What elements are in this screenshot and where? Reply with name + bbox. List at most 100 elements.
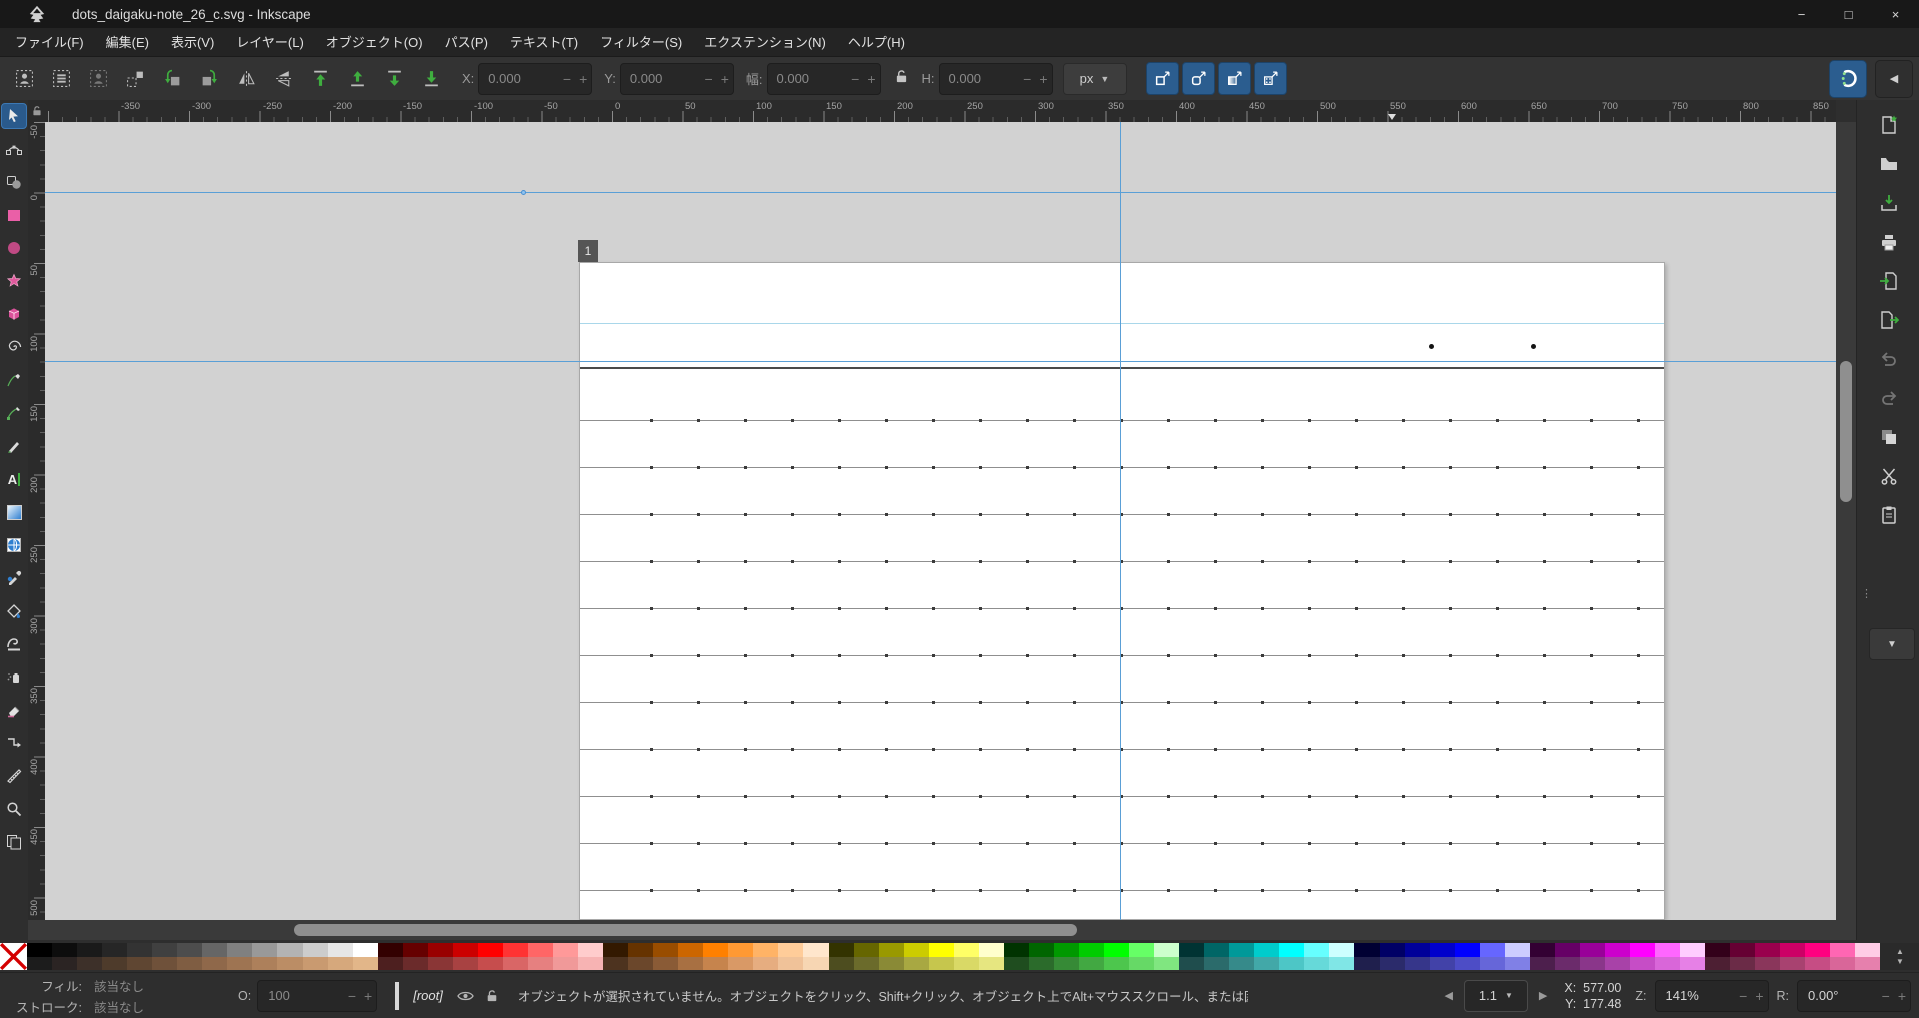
color-swatch[interactable] bbox=[1354, 957, 1379, 971]
color-swatch[interactable] bbox=[1405, 943, 1430, 957]
color-swatch[interactable] bbox=[728, 943, 753, 957]
pencil-tool[interactable] bbox=[1, 367, 27, 393]
color-swatch[interactable] bbox=[1430, 943, 1455, 957]
h-minus-button[interactable]: − bbox=[1019, 71, 1035, 87]
fill-stroke-indicator[interactable]: フィル:該当なし ストローク:該当なし bbox=[10, 976, 210, 1016]
ruler-corner[interactable] bbox=[28, 100, 45, 122]
color-swatch[interactable] bbox=[954, 943, 979, 957]
color-swatch[interactable] bbox=[353, 957, 378, 971]
select-touch-button[interactable] bbox=[117, 62, 154, 96]
x-field[interactable]: 0.000−+ bbox=[478, 63, 592, 95]
color-swatch[interactable] bbox=[1129, 943, 1154, 957]
select-all-button[interactable] bbox=[6, 62, 43, 96]
color-swatch[interactable] bbox=[1505, 957, 1530, 971]
color-swatch[interactable] bbox=[1705, 957, 1730, 971]
color-swatch[interactable] bbox=[1580, 957, 1605, 971]
deselect-button[interactable] bbox=[80, 62, 117, 96]
menu-object[interactable]: オブジェクト(O) bbox=[315, 28, 434, 57]
color-swatch[interactable] bbox=[1179, 943, 1204, 957]
color-swatch[interactable] bbox=[102, 943, 127, 957]
color-swatch[interactable] bbox=[453, 943, 478, 957]
color-swatch[interactable] bbox=[628, 957, 653, 971]
document-open-button[interactable] bbox=[1871, 147, 1907, 181]
dimension-lock-toggle[interactable] bbox=[895, 69, 908, 89]
menu-help[interactable]: ヘルプ(H) bbox=[837, 28, 916, 57]
color-swatch[interactable] bbox=[478, 943, 503, 957]
color-swatch[interactable] bbox=[1029, 943, 1054, 957]
color-swatch[interactable] bbox=[1329, 943, 1354, 957]
color-swatch[interactable] bbox=[1104, 957, 1129, 971]
color-swatch[interactable] bbox=[653, 943, 678, 957]
color-swatch[interactable] bbox=[1855, 957, 1880, 971]
color-swatch[interactable] bbox=[979, 943, 1004, 957]
color-swatch[interactable] bbox=[1505, 943, 1530, 957]
color-swatch[interactable] bbox=[728, 957, 753, 971]
color-swatch[interactable] bbox=[1054, 957, 1079, 971]
color-swatch[interactable] bbox=[1655, 943, 1680, 957]
color-swatch[interactable] bbox=[227, 957, 252, 971]
zoom-field[interactable]: 141% − + bbox=[1655, 980, 1769, 1012]
export-button[interactable] bbox=[1871, 303, 1907, 337]
rotate-cw-button[interactable] bbox=[191, 62, 228, 96]
color-swatch[interactable] bbox=[52, 957, 77, 971]
color-swatch[interactable] bbox=[1480, 957, 1505, 971]
menu-filters[interactable]: フィルター(S) bbox=[589, 28, 693, 57]
color-swatch[interactable] bbox=[803, 943, 828, 957]
move-patterns-toggle[interactable] bbox=[1254, 62, 1287, 95]
rotate-ccw-button[interactable] bbox=[154, 62, 191, 96]
ellipse-tool[interactable] bbox=[1, 235, 27, 261]
tweak-tool[interactable] bbox=[1, 631, 27, 657]
lower-to-bottom-button[interactable] bbox=[413, 62, 450, 96]
collapse-toolbar-button[interactable]: ◀ bbox=[1875, 60, 1913, 98]
rotation-field[interactable]: 0.00° − + bbox=[1797, 980, 1911, 1012]
horizontal-scrollbar-thumb[interactable] bbox=[294, 924, 1077, 936]
import-button[interactable] bbox=[1871, 264, 1907, 298]
color-swatch[interactable] bbox=[27, 943, 52, 957]
vertical-scrollbar[interactable] bbox=[1836, 122, 1856, 920]
text-tool[interactable]: A bbox=[1, 466, 27, 492]
cut-button[interactable] bbox=[1871, 459, 1907, 493]
snap-toggle-button[interactable] bbox=[1829, 60, 1867, 98]
star-tool[interactable] bbox=[1, 268, 27, 294]
color-swatch[interactable] bbox=[1480, 943, 1505, 957]
color-swatch[interactable] bbox=[1430, 957, 1455, 971]
color-swatch[interactable] bbox=[1755, 943, 1780, 957]
h-plus-button[interactable]: + bbox=[1035, 71, 1051, 87]
color-swatch[interactable] bbox=[1705, 943, 1730, 957]
color-swatch[interactable] bbox=[778, 943, 803, 957]
color-swatch[interactable] bbox=[1680, 943, 1705, 957]
color-swatch[interactable] bbox=[1605, 943, 1630, 957]
color-swatch[interactable] bbox=[503, 957, 528, 971]
color-swatch[interactable] bbox=[603, 957, 628, 971]
w-field[interactable]: 0.000−+ bbox=[767, 63, 881, 95]
color-swatch[interactable] bbox=[403, 943, 428, 957]
spray-tool[interactable] bbox=[1, 664, 27, 690]
color-swatch[interactable] bbox=[1204, 943, 1229, 957]
document-print-button[interactable] bbox=[1871, 225, 1907, 259]
color-swatch[interactable] bbox=[152, 943, 177, 957]
document-new-button[interactable] bbox=[1871, 108, 1907, 142]
color-swatch[interactable] bbox=[227, 943, 252, 957]
dock-grip-handle[interactable]: ⋮ bbox=[1861, 592, 1872, 596]
dock-more-button[interactable]: ▼ bbox=[1869, 628, 1915, 660]
prev-page-button[interactable]: ◀ bbox=[1441, 989, 1455, 1002]
color-swatch[interactable] bbox=[854, 943, 879, 957]
color-swatch[interactable] bbox=[1254, 943, 1279, 957]
color-swatch[interactable] bbox=[578, 957, 603, 971]
color-swatch[interactable] bbox=[403, 957, 428, 971]
color-swatch[interactable] bbox=[1780, 943, 1805, 957]
menu-path[interactable]: パス(P) bbox=[434, 28, 499, 57]
unit-dropdown[interactable]: px▼ bbox=[1063, 63, 1127, 95]
color-swatch[interactable] bbox=[1004, 957, 1029, 971]
color-swatch[interactable] bbox=[1254, 957, 1279, 971]
color-swatch[interactable] bbox=[1405, 957, 1430, 971]
color-swatch[interactable] bbox=[854, 957, 879, 971]
menu-layer[interactable]: レイヤー(L) bbox=[225, 28, 315, 57]
color-swatch[interactable] bbox=[1079, 943, 1104, 957]
color-swatch[interactable] bbox=[478, 957, 503, 971]
x-minus-button[interactable]: − bbox=[559, 71, 575, 87]
color-swatch[interactable] bbox=[929, 943, 954, 957]
rectangle-tool[interactable] bbox=[1, 202, 27, 228]
color-swatch[interactable] bbox=[27, 957, 52, 971]
minimize-button[interactable]: − bbox=[1778, 0, 1825, 28]
